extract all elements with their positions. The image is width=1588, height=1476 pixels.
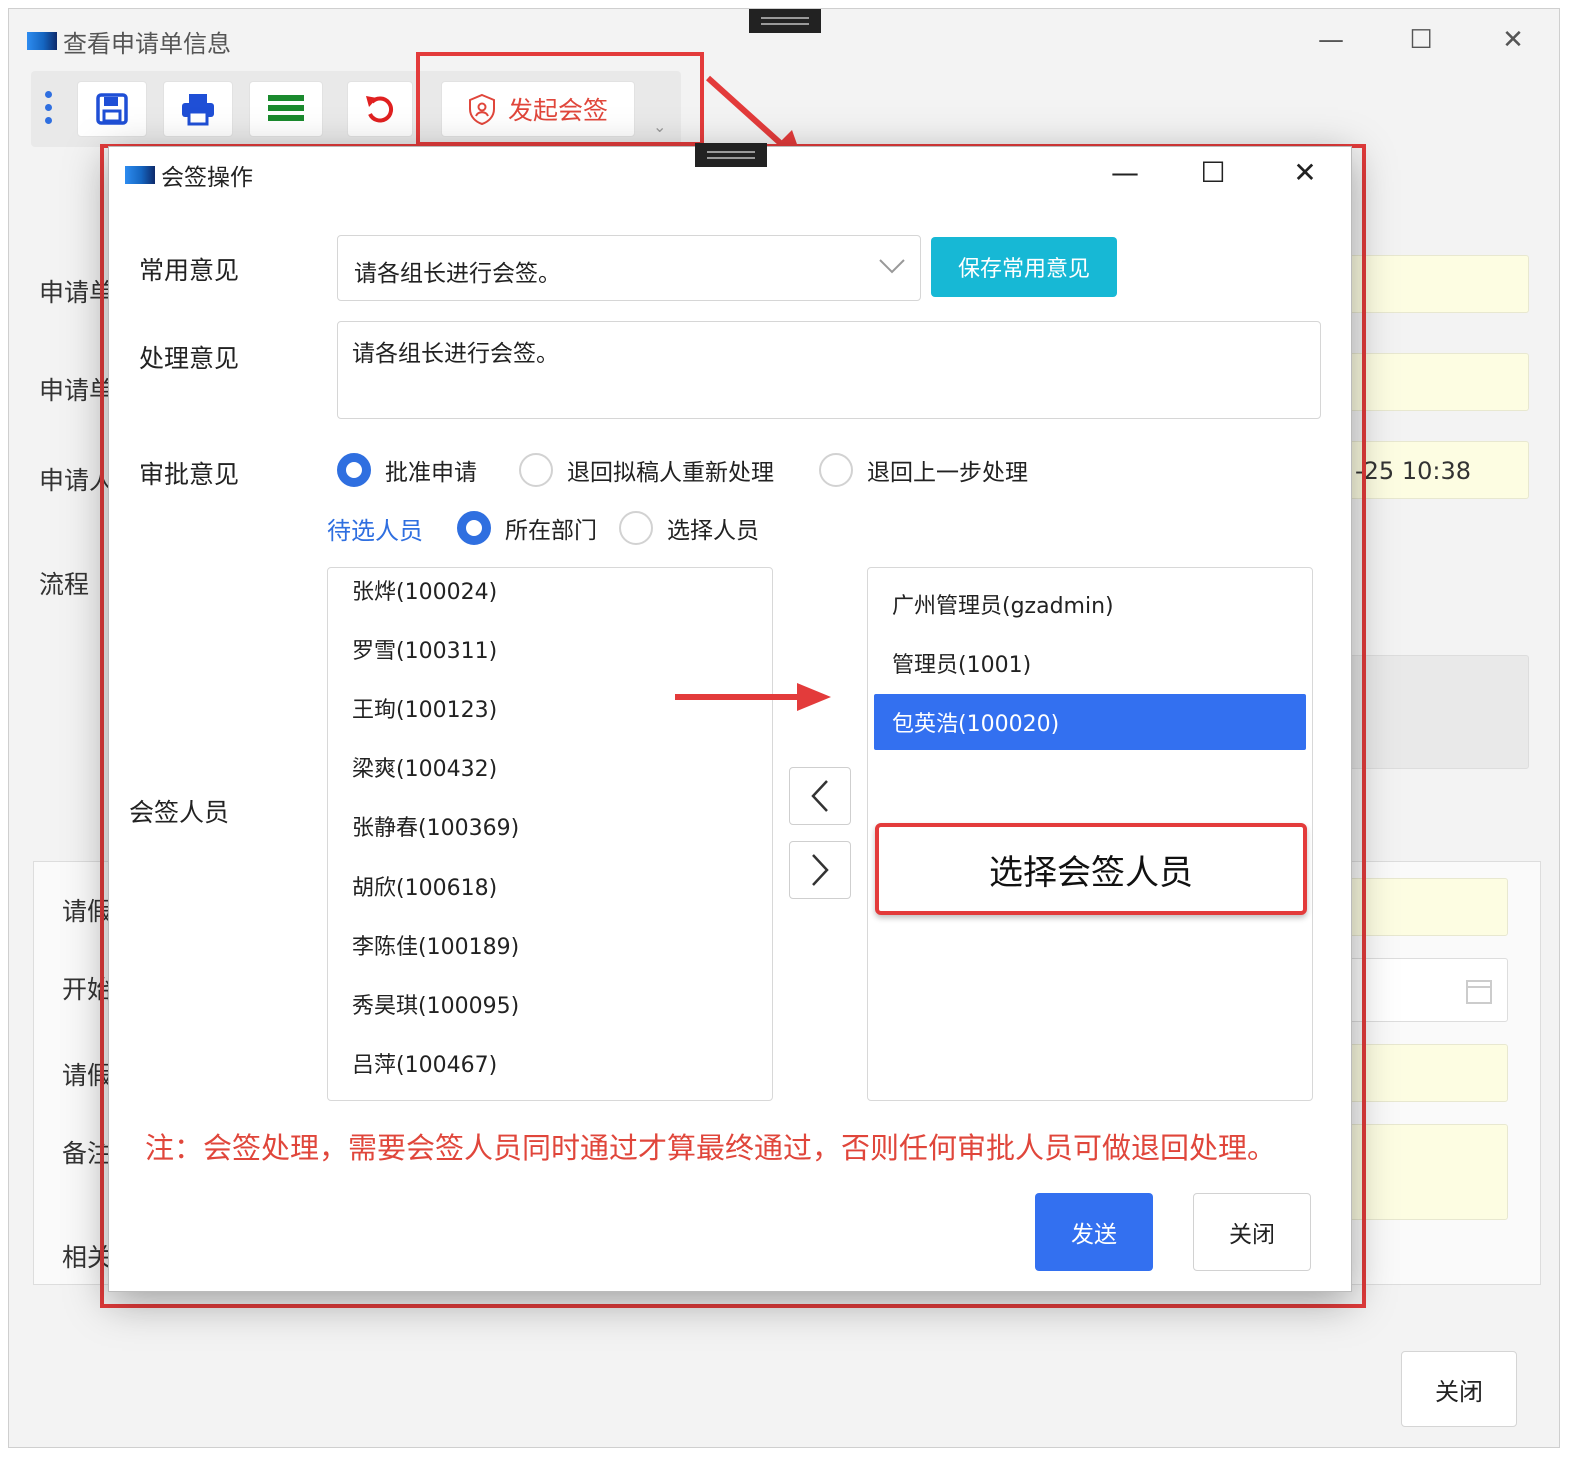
close-icon[interactable]: ✕ — [1493, 23, 1533, 57]
radio-approve-label: 批准申请 — [385, 460, 477, 486]
bg-field-5[interactable] — [1344, 1044, 1508, 1102]
list-item[interactable]: 胡欣(100618) — [328, 858, 772, 914]
app-logo-icon — [27, 32, 57, 50]
bg-date-field[interactable] — [1344, 958, 1508, 1022]
outer-close-button[interactable]: 关闭 — [1401, 1351, 1517, 1427]
minimize-icon[interactable]: — — [1311, 23, 1351, 57]
radio-department-label: 所在部门 — [505, 518, 597, 544]
list-item[interactable]: 李陈佳(100189) — [328, 917, 772, 973]
calendar-icon — [1466, 980, 1492, 1004]
radio-unchecked-icon — [819, 453, 853, 487]
save-button[interactable] — [77, 81, 147, 137]
move-right-button[interactable] — [789, 841, 851, 899]
annotation-arrow-right — [675, 683, 831, 711]
handle-opinion-label: 处理意见 — [139, 344, 240, 373]
list-item[interactable]: 张静春(100369) — [328, 798, 772, 854]
radio-select-people[interactable]: 选择人员 — [619, 511, 759, 545]
bg-field-2[interactable] — [1349, 353, 1529, 411]
move-left-button[interactable] — [789, 767, 851, 825]
outer-window-title-text: 查看申请单信息 — [63, 29, 231, 58]
list-item[interactable]: 罗雪(100311) — [328, 621, 772, 677]
bg-label-4: 流程 — [39, 570, 90, 599]
bg-field-1[interactable] — [1349, 255, 1529, 313]
list-icon — [268, 95, 304, 121]
more-menu-icon[interactable] — [45, 91, 53, 130]
dialog-logo-icon — [125, 166, 155, 184]
chevron-right-icon — [812, 854, 829, 886]
dialog-title-text: 会签操作 — [161, 165, 253, 191]
radio-approve[interactable]: 批准申请 — [337, 453, 477, 487]
dialog-minimize-icon[interactable]: — — [1103, 155, 1147, 191]
chevron-left-icon — [811, 780, 828, 812]
list-item-selected[interactable]: 包英浩(100020) — [874, 694, 1306, 750]
send-button[interactable]: 发送 — [1035, 1193, 1153, 1271]
undo-icon — [366, 96, 394, 123]
countersign-note: 注：会签处理，需要会签人员同时通过才算最终通过，否则任何审批人员可做退回处理。 — [145, 1131, 1277, 1165]
common-opinion-select[interactable]: 请各组长进行会签。 — [337, 235, 921, 301]
approval-label: 审批意见 — [139, 460, 240, 489]
dialog-title: 会签操作 — [125, 159, 253, 191]
bg-field-4[interactable] — [1344, 878, 1508, 936]
refresh-button[interactable] — [347, 81, 413, 137]
bg-field-6[interactable] — [1344, 1124, 1508, 1220]
radio-return-previous[interactable]: 退回上一步处理 — [819, 453, 1028, 487]
radio-unchecked-icon — [519, 453, 553, 487]
dialog-close-button[interactable]: 关闭 — [1193, 1193, 1311, 1271]
common-opinion-value: 请各组长进行会签。 — [354, 261, 561, 287]
radio-unchecked-icon — [619, 511, 653, 545]
chevron-down-icon — [879, 259, 905, 274]
dialog-maximize-icon[interactable]: ☐ — [1191, 155, 1235, 191]
radio-checked-icon — [337, 453, 371, 487]
list-item[interactable]: 吕萍(100467) — [328, 1035, 772, 1091]
outer-window-title: 查看申请单信息 — [27, 21, 231, 61]
candidate-list[interactable]: 张烨(100024) 罗雪(100311) 王珣(100123) 梁爽(1004… — [327, 567, 773, 1101]
list-item[interactable]: 管理员(1001) — [868, 635, 1312, 691]
list-item[interactable]: 梁爽(100432) — [328, 739, 772, 795]
print-button[interactable] — [163, 81, 233, 137]
radio-select-people-label: 选择人员 — [667, 518, 759, 544]
common-opinion-label: 常用意见 — [139, 256, 240, 285]
radio-department[interactable]: 所在部门 — [457, 511, 597, 545]
list-item[interactable]: 张烨(100024) — [328, 568, 772, 618]
print-icon — [182, 94, 214, 126]
dialog-close-icon[interactable]: ✕ — [1283, 155, 1327, 191]
list-item[interactable]: 广州管理员(gzadmin) — [868, 576, 1312, 632]
bg-date-value: -25 10:38 — [1355, 457, 1471, 485]
save-common-opinion-button[interactable]: 保存常用意见 — [931, 237, 1117, 297]
radio-return-drafter[interactable]: 退回拟稿人重新处理 — [519, 453, 774, 487]
signers-label: 会签人员 — [129, 798, 230, 827]
maximize-icon[interactable]: ☐ — [1401, 23, 1441, 57]
annotation-box-toolbar — [416, 52, 704, 146]
dialog-drag-handle[interactable] — [695, 143, 767, 167]
annotation-callout: 选择会签人员 — [875, 823, 1307, 915]
handle-opinion-textarea[interactable]: 请各组长进行会签。 — [337, 321, 1321, 419]
radio-return-drafter-label: 退回拟稿人重新处理 — [567, 460, 774, 486]
radio-checked-icon — [457, 511, 491, 545]
drag-handle[interactable] — [749, 9, 821, 33]
radio-return-previous-label: 退回上一步处理 — [867, 460, 1028, 486]
save-icon — [96, 93, 128, 125]
candidates-label: 待选人员 — [327, 517, 423, 545]
list-item[interactable]: 秀昊琪(100095) — [328, 976, 772, 1032]
list-button[interactable] — [249, 81, 323, 137]
countersign-dialog: 会签操作 — ☐ ✕ 常用意见 请各组长进行会签。 保存常用意见 处理意见 请各… — [108, 143, 1352, 1292]
bg-field-flow — [1349, 655, 1529, 769]
